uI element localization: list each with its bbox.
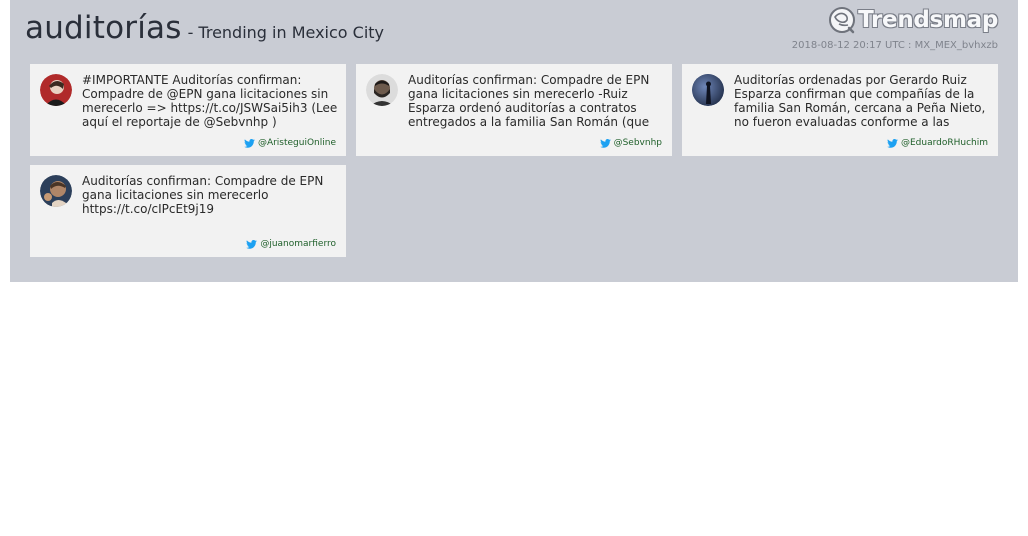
tweet-handle[interactable]: @EduardoRHuchim	[887, 138, 988, 148]
twitter-bird-icon	[244, 138, 255, 148]
tweet-text: Auditorías confirman: Compadre de EPN ga…	[82, 174, 324, 216]
tweet-card[interactable]: Auditorías confirman: Compadre de EPN ga…	[356, 64, 672, 156]
avatar[interactable]	[692, 74, 724, 106]
tweet-card[interactable]: Auditorías confirman: Compadre de EPN ga…	[30, 165, 346, 257]
trendsmap-logo-icon	[829, 7, 856, 34]
timestamp-location: 2018-08-12 20:17 UTC : MX_MEX_bvhxzb	[791, 40, 998, 51]
tweet-text: Auditorías confirman: Compadre de EPN ga…	[408, 73, 650, 129]
twitter-bird-icon	[246, 239, 258, 249]
avatar[interactable]	[40, 175, 72, 207]
twitter-bird-icon	[887, 138, 898, 148]
tweet-card[interactable]: #IMPORTANTE Auditorías confirman: Compad…	[30, 64, 346, 156]
avatar[interactable]	[366, 74, 398, 106]
trend-subtitle: - Trending in Mexico City	[187, 23, 385, 42]
trendsmap-logo[interactable]: Trendsmap	[828, 6, 998, 34]
brand-name: Trendsmap	[858, 7, 998, 33]
tweet-handle[interactable]: @juanomarfierro	[246, 239, 336, 249]
tweet-handle[interactable]: @AristeguiOnline	[244, 138, 336, 148]
tweet-text: #IMPORTANTE Auditorías confirman: Compad…	[82, 73, 338, 129]
handle-label[interactable]: @Sebvnhp	[614, 138, 662, 148]
twitter-bird-icon	[599, 138, 611, 148]
trend-word[interactable]: auditorías	[25, 10, 182, 46]
handle-label[interactable]: @juanomarfierro	[260, 239, 336, 249]
tweet-card[interactable]: Auditorías ordenadas por Gerardo Ruiz Es…	[682, 64, 998, 156]
trend-title-row: auditorías - Trending in Mexico City	[25, 10, 384, 46]
tweet-text: Auditorías ordenadas por Gerardo Ruiz Es…	[734, 73, 986, 129]
handle-label[interactable]: @EduardoRHuchim	[901, 138, 988, 148]
handle-label[interactable]: @AristeguiOnline	[258, 138, 336, 148]
trend-panel: auditorías - Trending in Mexico City Tre…	[10, 0, 1018, 282]
avatar[interactable]	[40, 74, 72, 106]
tweet-handle[interactable]: @Sebvnhp	[599, 138, 662, 148]
